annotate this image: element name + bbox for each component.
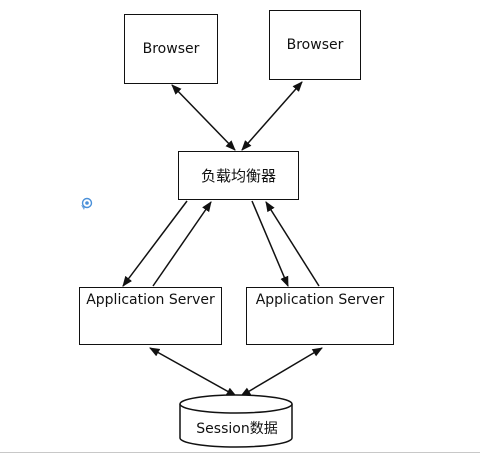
arrow-browser-left-lb xyxy=(171,84,236,151)
connector-layer xyxy=(122,81,323,448)
app-server-left-label: Application Server xyxy=(86,292,215,308)
app-server-left-box: Application Server xyxy=(79,287,222,345)
session-store-label: Session数据 xyxy=(196,421,278,437)
arrow-browser-right-lb xyxy=(241,81,303,151)
arrow-lb-to-app-left xyxy=(122,200,188,287)
browser-left-box: Browser xyxy=(124,14,218,84)
architecture-diagram: Browser Browser 负载均衡器 Application Server… xyxy=(0,0,480,460)
arrow-app-left-to-lb xyxy=(152,201,212,287)
browser-left-label: Browser xyxy=(142,41,200,57)
arrow-app-right-session xyxy=(240,347,323,397)
browser-right-box: Browser xyxy=(269,10,361,80)
load-balancer-box: 负载均衡器 xyxy=(178,151,299,200)
bottom-divider xyxy=(0,452,480,453)
app-server-right-label: Application Server xyxy=(255,292,385,308)
cursor-badge-icon xyxy=(81,197,93,210)
arrow-app-left-session xyxy=(149,347,237,397)
load-balancer-label: 负载均衡器 xyxy=(200,167,276,185)
browser-right-label: Browser xyxy=(286,37,344,53)
arrow-lb-to-app-right xyxy=(251,200,289,287)
app-server-right-box: Application Server xyxy=(246,287,394,345)
arrow-app-right-to-lb xyxy=(265,201,320,287)
